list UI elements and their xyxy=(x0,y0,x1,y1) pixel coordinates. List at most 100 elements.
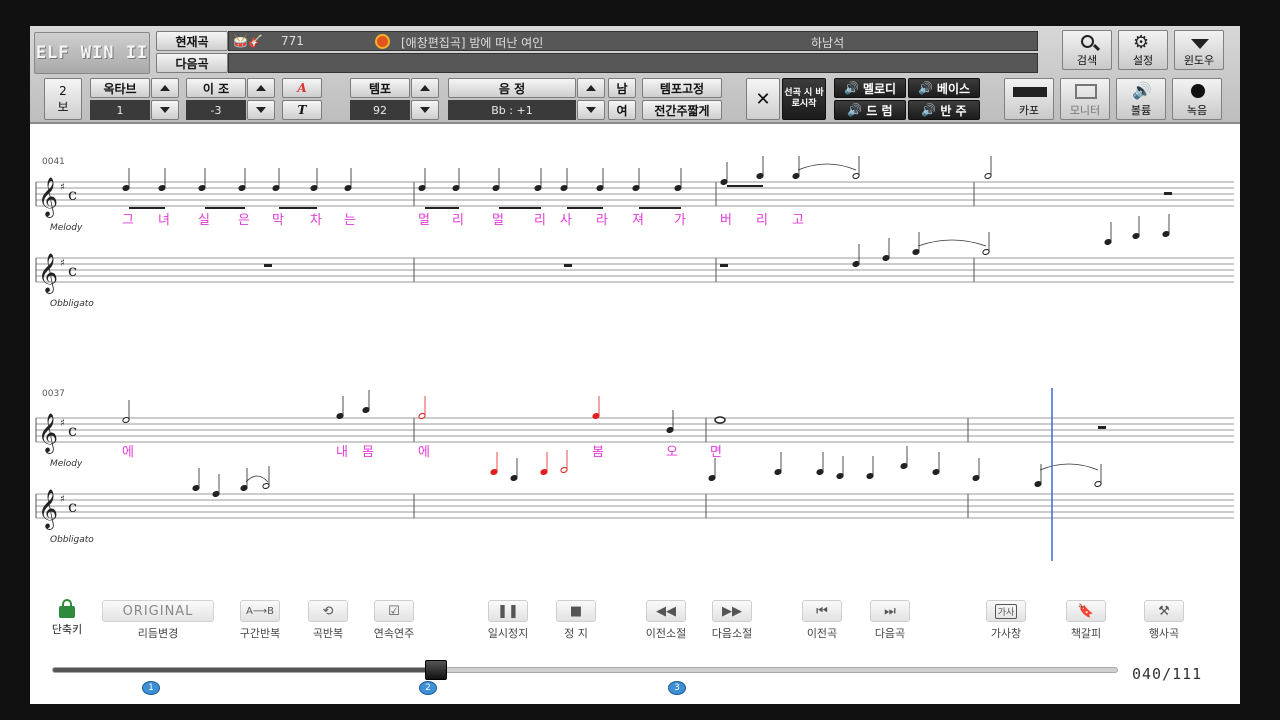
melody-toggle[interactable]: 🔊 멜로디 xyxy=(834,78,906,98)
whole-note xyxy=(714,416,726,424)
next-song-button[interactable]: ⏭ 다음곡 xyxy=(860,600,920,641)
continuous-play-button[interactable]: ☑ 연속연주 xyxy=(364,600,424,641)
next-song-display[interactable] xyxy=(228,53,1038,73)
progress-thumb[interactable] xyxy=(424,660,447,680)
app-logo: ELF WIN II xyxy=(34,32,150,74)
song-repeat-button[interactable]: ⟲ 곡반복 xyxy=(298,600,358,641)
fast-forward-icon: ▶▶ xyxy=(712,600,752,622)
song-number: 771 xyxy=(281,34,304,48)
lyric-syllable: 몸 xyxy=(362,445,374,460)
staff-system-1: 𝄞 ♯ cMelody𝄞 ♯ cObbligato그 녀 실 은 막 차 는 멀 리 멀 리 사 라 져 가 버 리 고 xyxy=(35,156,1234,309)
settings-button[interactable]: ⚙ 설정 xyxy=(1118,30,1168,70)
app-screen: ELF WIN II 현재곡 다음곡 🥁🎸 771 [애창편집곡] 밤에 떠난 … xyxy=(30,26,1240,704)
record-icon xyxy=(1191,84,1205,98)
arrow-down-icon xyxy=(586,107,596,113)
octave-up-button[interactable] xyxy=(151,78,179,98)
event-song-button[interactable]: ⚒ 행사곡 xyxy=(1134,600,1194,641)
lyric-syllable: 에 xyxy=(122,445,134,460)
lock-icon xyxy=(59,599,75,618)
lyrics-icon: 가사 xyxy=(986,600,1026,622)
section-marker-2[interactable]: 2 xyxy=(419,681,437,695)
start-on-select-button[interactable]: 선곡 시 바로시작 xyxy=(782,78,826,120)
treble-clef-icon: 𝄞 xyxy=(38,489,58,530)
tempo-up-button[interactable] xyxy=(411,78,439,98)
common-time-icon: c xyxy=(68,497,77,516)
key-up-button[interactable] xyxy=(577,78,605,98)
key-sharp-icon: ♯ xyxy=(60,258,65,269)
lyric-syllable: 고 xyxy=(792,213,804,228)
repeat-icon: ⟲ xyxy=(308,600,348,622)
rhythm-change-button[interactable]: ORIGINAL 리듬변경 xyxy=(102,600,214,641)
lyric-syllable: 녀 xyxy=(158,213,170,228)
lyric-syllable: 는 xyxy=(344,213,356,228)
stop-button[interactable]: ■ 정 지 xyxy=(546,600,606,641)
part-name-melody: Melody xyxy=(50,459,83,469)
page-indicator[interactable]: 2보 xyxy=(44,78,82,120)
part-name-melody: Melody xyxy=(50,223,83,233)
common-time-icon: c xyxy=(68,185,77,204)
short-intro-button[interactable]: 전간주짧게 xyxy=(642,100,722,120)
current-song-display[interactable]: 🥁🎸 771 [애창편집곡] 밤에 떠난 여인 하남석 xyxy=(228,31,1038,51)
record-button[interactable]: 녹음 xyxy=(1172,78,1222,120)
section-marker-1[interactable]: 1 xyxy=(142,681,160,695)
capo-button[interactable]: 카포 xyxy=(1004,78,1054,120)
search-button[interactable]: 검색 xyxy=(1062,30,1112,70)
chevron-down-icon xyxy=(1191,39,1209,49)
section-repeat-button[interactable]: A⟶B 구간반복 xyxy=(230,600,290,641)
arrow-down-icon xyxy=(420,107,430,113)
lyric-syllable: 에 xyxy=(418,445,430,460)
accomp-toggle[interactable]: 🔊 반 주 xyxy=(908,100,980,120)
prev-song-button[interactable]: ⏮ 이전곡 xyxy=(792,600,852,641)
monitor-button[interactable]: 모니터 xyxy=(1060,78,1110,120)
lyric-syllable: 리 xyxy=(452,213,464,228)
close-x-button[interactable]: ✕ xyxy=(746,78,780,120)
lyric-syllable: 막 xyxy=(272,213,284,228)
tempo-down-button[interactable] xyxy=(411,100,439,120)
progress-fill xyxy=(53,668,437,672)
drum-toggle[interactable]: 🔊 드 럼 xyxy=(834,100,906,120)
female-key-button[interactable]: 여 xyxy=(608,100,636,120)
tie xyxy=(1039,463,1099,471)
measure-number-2: 0037 xyxy=(42,389,65,399)
volume-icon: 🔊 xyxy=(1132,81,1152,100)
window-button[interactable]: 윈도우 xyxy=(1174,30,1224,70)
song-singer: 하남석 xyxy=(811,36,845,50)
next-measure-button[interactable]: ▶▶ 다음소절 xyxy=(700,600,764,641)
treble-clef-icon: 𝄞 xyxy=(38,177,58,218)
lyric-syllable: 져 xyxy=(632,213,644,228)
part-name-obbligato: Obbligato xyxy=(50,299,94,309)
tempo-fix-button[interactable]: 템포고정 xyxy=(642,78,722,98)
key-sharp-icon: ♯ xyxy=(60,494,65,505)
lyric-syllable: 가 xyxy=(674,213,686,228)
progress-track[interactable] xyxy=(52,667,1118,673)
next-song-label: 다음곡 xyxy=(156,53,228,73)
volume-button[interactable]: 🔊 볼륨 xyxy=(1116,78,1166,120)
prev-measure-button[interactable]: ◀◀ 이전소절 xyxy=(634,600,698,641)
speaker-icon: 🔊 xyxy=(847,103,863,117)
lyrics-window-button[interactable]: 가사 가사창 xyxy=(976,600,1036,641)
key-sharp-icon: ♯ xyxy=(60,418,65,429)
lyric-syllable: 리 xyxy=(756,213,768,228)
male-key-button[interactable]: 남 xyxy=(608,78,636,98)
section-marker-3[interactable]: 3 xyxy=(668,681,686,695)
transpose-up-button[interactable] xyxy=(247,78,275,98)
pause-button[interactable]: ❚❚ 일시정지 xyxy=(478,600,538,641)
octave-down-button[interactable] xyxy=(151,100,179,120)
bass-toggle[interactable]: 🔊 베이스 xyxy=(908,78,980,98)
whole-rest xyxy=(564,264,572,267)
bookmark-button[interactable]: 🔖 책갈피 xyxy=(1056,600,1116,641)
font-color-button[interactable]: A xyxy=(282,78,322,98)
lock-shortcut-button[interactable]: 단축키 xyxy=(42,599,92,637)
key-down-button[interactable] xyxy=(577,100,605,120)
arrow-up-icon xyxy=(420,85,430,91)
lyric-syllable: 오 xyxy=(666,445,678,460)
transpose-down-button[interactable] xyxy=(247,100,275,120)
octave-label: 옥타브 xyxy=(90,78,150,98)
lyric-syllable: 리 xyxy=(534,213,546,228)
monitor-icon xyxy=(1075,84,1097,99)
font-style-button[interactable]: T xyxy=(282,100,322,120)
sheet-music: 𝄞 ♯ cMelody𝄞 ♯ cObbligato그 녀 실 은 막 차 는 멀 리 멀 리 사 라 져 가 버 리 고 … xyxy=(35,156,1234,561)
whole-rest xyxy=(1164,192,1172,195)
skip-forward-icon: ⏭ xyxy=(870,600,910,622)
whole-rest xyxy=(1098,426,1106,429)
